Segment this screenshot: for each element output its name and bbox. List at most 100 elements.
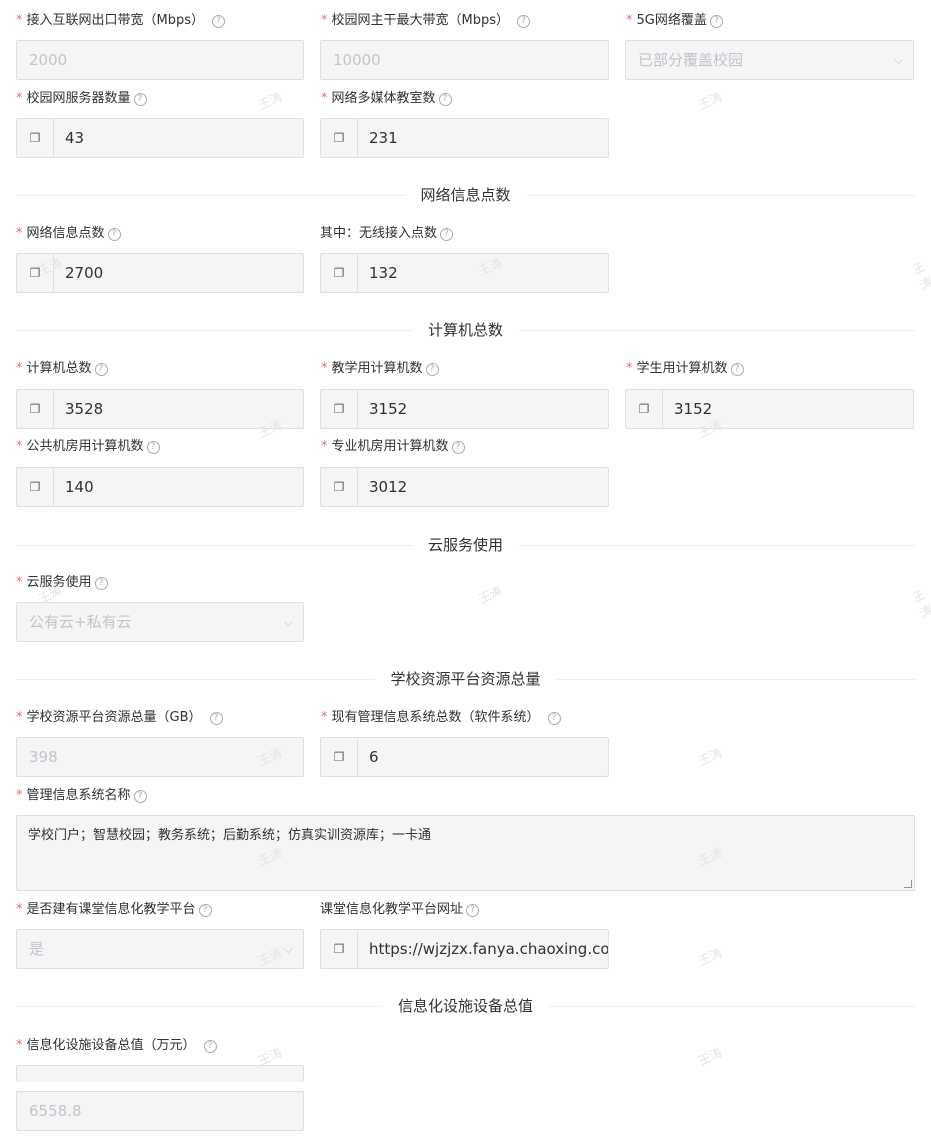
required-mark: * xyxy=(321,710,328,725)
field-label: * 信息化设施设备总值（万元） ? xyxy=(16,1036,217,1056)
field-label: * 现有管理信息系统总数（软件系统） ? xyxy=(321,708,561,728)
section-title-info-points: 网络信息点数 xyxy=(404,184,527,206)
copy-icon[interactable]: ❐ xyxy=(321,930,358,968)
help-icon[interactable]: ? xyxy=(94,362,108,376)
internet-bandwidth-input[interactable]: 2000 xyxy=(16,40,304,80)
internet-bandwidth-value: 2000 xyxy=(29,51,68,69)
mm-rooms-label: 网络多媒体教室数 xyxy=(331,91,436,106)
has-platform-value: 是 xyxy=(29,940,45,958)
section-divider: 学校资源平台资源总量 xyxy=(16,668,915,690)
copy-icon[interactable]: ❐ xyxy=(17,119,54,157)
field-label: * 校园网服务器数量 ? xyxy=(16,89,147,109)
mis-count-input[interactable]: ❐ 6 xyxy=(320,737,609,777)
cloud-usage-select[interactable]: 公有云+私有云 ⌵ xyxy=(16,602,304,642)
wireless-points-input[interactable]: ❐ 132 xyxy=(320,253,609,293)
help-icon[interactable]: ? xyxy=(451,440,465,454)
field-label: * 计算机总数 ? xyxy=(16,359,108,379)
computers-total-input[interactable]: ❐ 3528 xyxy=(16,389,304,429)
copy-icon[interactable]: ❐ xyxy=(321,254,358,292)
computers-total-value: 3528 xyxy=(65,400,104,418)
copy-icon[interactable]: ❐ xyxy=(17,390,54,428)
help-icon[interactable]: ? xyxy=(94,576,108,590)
required-mark: * xyxy=(16,13,23,28)
help-icon[interactable]: ? xyxy=(146,440,160,454)
help-icon[interactable]: ? xyxy=(209,711,223,725)
teaching-computers-label: 教学用计算机数 xyxy=(331,361,423,376)
student-computers-input[interactable]: ❐ 3152 xyxy=(625,389,914,429)
field-label: * 是否建有课堂信息化教学平台 ? xyxy=(16,900,212,920)
equipment-value-input[interactable]: 6558.8 xyxy=(16,1091,304,1131)
teaching-computers-value: 3152 xyxy=(369,400,408,418)
campus-bandwidth-input[interactable]: 10000 xyxy=(320,40,609,80)
mm-rooms-value: 231 xyxy=(369,129,398,147)
servers-input[interactable]: ❐ 43 xyxy=(16,118,304,158)
help-icon[interactable]: ? xyxy=(212,14,225,28)
field-label: * 公共机房用计算机数 ? xyxy=(16,437,160,457)
help-icon[interactable]: ? xyxy=(517,14,530,28)
help-icon[interactable]: ? xyxy=(133,789,147,803)
copy-icon[interactable]: ❐ xyxy=(17,254,54,292)
help-icon[interactable]: ? xyxy=(709,14,723,28)
help-icon[interactable]: ? xyxy=(425,362,439,376)
field-label: 其中：无线接入点数 ? xyxy=(320,224,454,244)
mm-rooms-input[interactable]: ❐ 231 xyxy=(320,118,609,158)
help-icon[interactable]: ? xyxy=(203,1039,217,1053)
copy-icon[interactable]: ❐ xyxy=(321,468,358,506)
mis-names-textarea[interactable]: 学校门户；智慧校园；教务系统；后勤系统；仿真实训资源库；一卡通 xyxy=(16,815,915,891)
field-label: * 学校资源平台资源总量（GB） ? xyxy=(16,708,223,728)
help-icon[interactable]: ? xyxy=(466,903,480,917)
help-icon[interactable]: ? xyxy=(198,903,212,917)
teaching-computers-input[interactable]: ❐ 3152 xyxy=(320,389,609,429)
watermark: 王涛 xyxy=(910,259,931,293)
field-label: * 学生用计算机数 ? xyxy=(626,359,744,379)
field-label: * 云服务使用 ? xyxy=(16,573,108,593)
watermark: 王涛 xyxy=(696,745,725,769)
watermark: 王涛 xyxy=(476,583,505,607)
field-label: 课堂信息化教学平台网址 ? xyxy=(320,900,480,920)
section-divider: 信息化设施设备总值 xyxy=(16,995,915,1017)
field-label: * 教学用计算机数 ? xyxy=(321,359,439,379)
required-mark: * xyxy=(626,13,633,28)
info-points-value: 2700 xyxy=(65,264,104,282)
platform-total-label: 学校资源平台资源总量（GB） xyxy=(26,710,202,725)
help-icon[interactable]: ? xyxy=(440,227,454,241)
equipment-value-input-clipped: 6558.8 xyxy=(16,1065,304,1082)
equipment-value-value: 6558.8 xyxy=(29,1102,82,1120)
copy-icon[interactable]: ❐ xyxy=(17,468,54,506)
required-mark: * xyxy=(16,1038,23,1053)
servers-label: 校园网服务器数量 xyxy=(26,91,131,106)
copy-icon[interactable]: ❐ xyxy=(626,390,663,428)
info-points-input[interactable]: ❐ 2700 xyxy=(16,253,304,293)
watermark: 王涛 xyxy=(696,945,725,969)
help-icon[interactable]: ? xyxy=(438,92,452,106)
servers-value: 43 xyxy=(65,129,85,147)
has-platform-select[interactable]: 是 ⌵ xyxy=(16,929,304,969)
wireless-points-label: 其中：无线接入点数 xyxy=(320,226,438,241)
help-icon[interactable]: ? xyxy=(107,227,121,241)
copy-icon[interactable]: ❐ xyxy=(321,119,358,157)
required-mark: * xyxy=(321,439,328,454)
required-mark: * xyxy=(16,710,23,725)
help-icon[interactable]: ? xyxy=(730,362,744,376)
platform-total-input[interactable]: 398 xyxy=(16,737,304,777)
copy-icon[interactable]: ❐ xyxy=(321,390,358,428)
platform-total-value: 398 xyxy=(29,748,58,766)
section-divider: 网络信息点数 xyxy=(16,184,915,206)
platform-url-value: https://wjzjzx.fanya.chaoxing.co xyxy=(369,940,609,958)
copy-icon[interactable]: ❐ xyxy=(321,738,358,776)
public-lab-value: 140 xyxy=(65,478,94,496)
field-label: * 校园网主干最大带宽（Mbps） ? xyxy=(321,11,530,31)
campus-bandwidth-label: 校园网主干最大带宽（Mbps） xyxy=(331,13,510,28)
section-divider: 云服务使用 xyxy=(16,534,915,556)
public-lab-input[interactable]: ❐ 140 xyxy=(16,467,304,507)
help-icon[interactable]: ? xyxy=(547,711,561,725)
section-title-computers: 计算机总数 xyxy=(411,319,520,341)
special-lab-input[interactable]: ❐ 3012 xyxy=(320,467,609,507)
field-label: * 5G网络覆盖 ? xyxy=(626,11,723,31)
help-icon[interactable]: ? xyxy=(133,92,147,106)
info-points-label: 网络信息点数 xyxy=(26,226,105,241)
resize-grip-icon[interactable] xyxy=(904,880,912,888)
platform-url-input[interactable]: ❐ https://wjzjzx.fanya.chaoxing.co xyxy=(320,929,609,969)
coverage-5g-select[interactable]: 已部分覆盖校园 ⌵ xyxy=(625,40,914,80)
cloud-usage-value: 公有云+私有云 xyxy=(29,613,132,631)
